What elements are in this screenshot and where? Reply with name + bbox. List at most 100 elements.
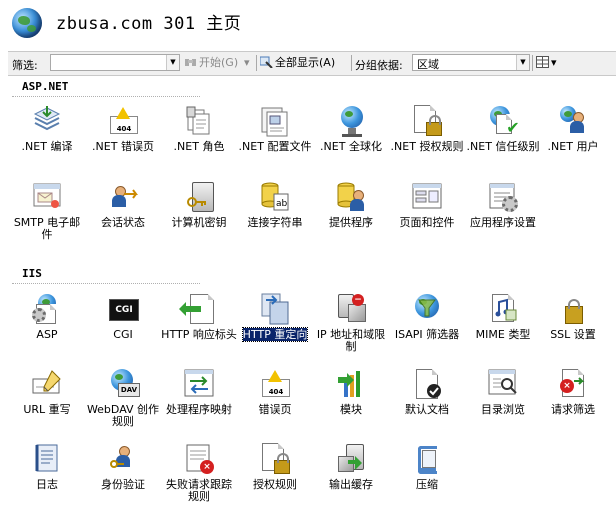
feature-label: MIME 类型 (475, 328, 531, 341)
feature-authorization-rules[interactable]: 授权规则 (236, 442, 314, 491)
feature-label: HTTP 响应标头 (161, 328, 237, 341)
feature-label: .NET 错误页 (92, 140, 154, 153)
feature-app-settings[interactable]: 应用程序设置 (464, 180, 542, 229)
feature-label: SMTP 电子邮件 (13, 216, 81, 241)
feature-providers[interactable]: 提供程序 (312, 180, 390, 229)
feature-webdav-authoring-rules[interactable]: DAV WebDAV 创作规则 (84, 367, 162, 428)
feature-url-rewrite[interactable]: URL 重写 (8, 367, 86, 416)
output-caching-icon (334, 442, 368, 476)
feature-asp[interactable]: ASP (8, 292, 86, 341)
binoculars-icon (184, 56, 197, 68)
machine-key-icon (182, 180, 216, 214)
show-all-button[interactable]: 全部显示(A) (259, 55, 335, 71)
feature-failed-request-tracing[interactable]: × 失败请求跟踪规则 (160, 442, 238, 503)
feature-label: 模块 (340, 403, 362, 416)
start-filter-dropdown-icon[interactable]: ▾ (244, 55, 250, 71)
feature-net-globalization[interactable]: .NET 全球化 (312, 104, 390, 153)
feature-cgi[interactable]: CGI CGI (84, 292, 162, 341)
compression-icon (410, 442, 444, 476)
isapi-filters-icon (410, 292, 444, 326)
feature-label: 日志 (36, 478, 58, 491)
globe-icon (12, 8, 42, 38)
feature-label: 会话状态 (101, 216, 145, 229)
feature-default-document[interactable]: 默认文档 (388, 367, 466, 416)
group-by-dropdown-arrow-icon[interactable]: ▼ (516, 55, 529, 70)
group-by-select[interactable]: 区域 ▼ (412, 54, 530, 71)
net-error-pages-icon: 404 (106, 104, 140, 138)
feature-directory-browsing[interactable]: 目录浏览 (464, 367, 542, 416)
url-rewrite-icon (30, 367, 64, 401)
feature-net-compilation[interactable]: .NET 编译 (8, 104, 86, 153)
request-filtering-icon: × (556, 367, 590, 401)
webdav-authoring-rules-icon: DAV (106, 367, 140, 401)
page-title: zbusa.com 301 主页 (56, 14, 242, 34)
asp-icon (30, 292, 64, 326)
start-filter-button[interactable]: 开始(G) (184, 55, 238, 71)
feature-net-roles[interactable]: .NET 角色 (160, 104, 238, 153)
toolbar-separator (256, 55, 257, 71)
filter-dropdown-arrow-icon[interactable]: ▼ (166, 55, 179, 70)
feature-authentication[interactable]: 身份验证 (84, 442, 162, 491)
feature-label: 应用程序设置 (470, 216, 536, 229)
feature-label: IP 地址和域限制 (316, 328, 386, 353)
feature-label: 压缩 (416, 478, 438, 491)
net-users-icon (556, 104, 590, 138)
directory-browsing-icon (486, 367, 520, 401)
feature-label: ISAPI 筛选器 (394, 328, 460, 341)
feature-output-caching[interactable]: 输出缓存 (312, 442, 390, 491)
feature-label: 授权规则 (253, 478, 297, 491)
net-profile-icon (258, 104, 292, 138)
feature-request-filtering[interactable]: × 请求筛选 (534, 367, 612, 416)
filter-toolbar: 筛选: ▼ 开始(G) ▾ 全部显示(A) 分组依据: 区域 ▼ ▾ (8, 51, 616, 76)
pages-controls-icon (410, 180, 444, 214)
feature-label: 目录浏览 (481, 403, 525, 416)
feature-machine-key[interactable]: 计算机密钥 (160, 180, 238, 229)
group-by-label: 分组依据: (355, 59, 403, 72)
view-grid-icon (536, 56, 549, 68)
feature-label: 连接字符串 (247, 216, 303, 229)
feature-modules[interactable]: 模块 (312, 367, 390, 416)
feature-label: .NET 信任级别 (466, 140, 540, 153)
ssl-settings-icon (556, 292, 590, 326)
feature-label: HTTP 重定向 (236, 327, 314, 342)
feature-label: .NET 配置文件 (238, 140, 312, 153)
feature-label: URL 重写 (23, 403, 71, 416)
feature-handler-mappings[interactable]: 处理程序映射 (160, 367, 238, 416)
feature-label: 失败请求跟踪规则 (166, 478, 232, 503)
feature-net-trust-levels[interactable]: ✔ .NET 信任级别 (464, 104, 542, 153)
cgi-icon: CGI (106, 292, 140, 326)
feature-error-pages[interactable]: 404 错误页 (236, 367, 314, 416)
feature-label: 请求筛选 (551, 403, 595, 416)
feature-http-redirect[interactable]: HTTP 重定向 (236, 292, 314, 342)
feature-ip-domain-restrictions[interactable]: − IP 地址和域限制 (312, 292, 390, 353)
feature-label: .NET 用户 (547, 140, 599, 153)
providers-icon (334, 180, 368, 214)
feature-ssl-settings[interactable]: SSL 设置 (534, 292, 612, 341)
feature-label: SSL 设置 (550, 328, 596, 341)
feature-net-authorization-rules[interactable]: .NET 授权规则 (388, 104, 466, 153)
feature-session-state[interactable]: 会话状态 (84, 180, 162, 229)
start-filter-label: 开始(G) (199, 56, 239, 69)
feature-label: 身份验证 (101, 478, 145, 491)
feature-logging[interactable]: 日志 (8, 442, 86, 491)
group-by-value: 区域 (417, 58, 439, 71)
feature-connection-strings[interactable]: ab 连接字符串 (236, 180, 314, 229)
feature-label: CGI (113, 328, 133, 341)
feature-http-response-headers[interactable]: HTTP 响应标头 (160, 292, 238, 341)
filter-input[interactable]: ▼ (50, 54, 180, 71)
authentication-icon (106, 442, 140, 476)
feature-net-profile[interactable]: .NET 配置文件 (236, 104, 314, 153)
feature-label: WebDAV 创作规则 (86, 403, 160, 428)
feature-mime-types[interactable]: MIME 类型 (464, 292, 542, 341)
feature-smtp-email[interactable]: SMTP 电子邮件 (8, 180, 86, 241)
view-mode-button[interactable]: ▾ (536, 55, 557, 71)
feature-net-users[interactable]: .NET 用户 (534, 104, 612, 153)
toolbar-separator (532, 55, 533, 71)
feature-compression[interactable]: 压缩 (388, 442, 466, 491)
feature-pages-controls[interactable]: 页面和控件 (388, 180, 466, 229)
feature-net-error-pages[interactable]: 404 .NET 错误页 (84, 104, 162, 153)
feature-isapi-filters[interactable]: ISAPI 筛选器 (388, 292, 466, 341)
feature-label: .NET 角色 (173, 140, 225, 153)
feature-label: 输出缓存 (329, 478, 373, 491)
authorization-rules-icon (258, 442, 292, 476)
